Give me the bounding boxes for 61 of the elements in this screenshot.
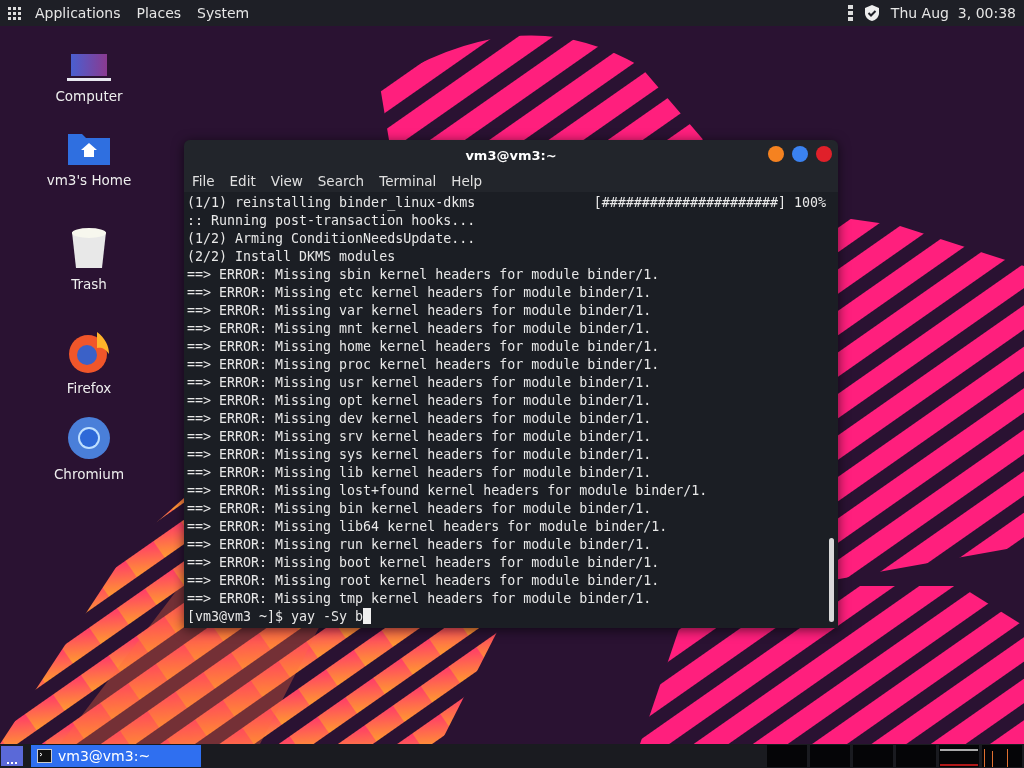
laptop-icon[interactable] xyxy=(67,52,111,82)
vertical-dots-icon[interactable] xyxy=(847,5,853,21)
panel-menu[interactable]: System xyxy=(195,5,252,21)
desktop-icon-label[interactable]: Firefox xyxy=(66,380,112,396)
progress-bar-text: [######################] xyxy=(593,194,786,212)
close-button[interactable] xyxy=(816,146,832,162)
terminal-line: :: Running post-transaction hooks... xyxy=(187,212,476,230)
desktop-icon-label[interactable]: Trash xyxy=(71,276,107,292)
network-monitor-graph xyxy=(982,745,1022,767)
apps-grid-icon[interactable] xyxy=(8,6,21,20)
terminal-line: ==> ERROR: Missing opt kernel headers for module binder/1. xyxy=(187,392,652,410)
menu-item[interactable]: View xyxy=(270,173,310,189)
terminal-line: ==> ERROR: Missing var kernel headers for module binder/1. xyxy=(187,302,652,320)
shield-icon[interactable] xyxy=(864,5,879,21)
desktop-icon-label[interactable]: vm3's Home xyxy=(46,172,132,188)
terminal-line: ==> ERROR: Missing srv kernel headers for module binder/1. xyxy=(187,428,652,446)
panel-menu[interactable]: Applications xyxy=(33,5,123,21)
progress-percent: 100% xyxy=(793,194,826,212)
terminal-line: ==> ERROR: Missing usr kernel headers for module binder/1. xyxy=(187,374,652,392)
maximize-button[interactable] xyxy=(792,146,808,162)
trash-icon[interactable] xyxy=(69,226,109,270)
menu-item[interactable]: Search xyxy=(317,173,372,189)
terminal-line: ==> ERROR: Missing run kernel headers for module binder/1. xyxy=(187,536,652,554)
window-title: vm3@vm3:~ xyxy=(465,147,557,163)
panel-menu[interactable]: Places xyxy=(134,5,184,21)
menu-item[interactable]: Help xyxy=(451,173,490,189)
desktop-icon-label[interactable]: Chromium xyxy=(53,466,125,482)
text-cursor xyxy=(363,608,372,624)
scrollbar-thumb[interactable] xyxy=(829,538,834,622)
terminal-line: (1/1) reinstalling binder_linux-dkms xyxy=(187,194,476,212)
menu-item[interactable]: File xyxy=(192,173,222,189)
terminal-line: ==> ERROR: Missing boot kernel headers for module binder/1. xyxy=(187,554,660,572)
show-desktop-button[interactable] xyxy=(1,746,23,766)
terminal-icon xyxy=(37,749,52,763)
chromium-icon[interactable] xyxy=(67,416,111,460)
terminal-line: ==> ERROR: Missing sys kernel headers for module binder/1. xyxy=(187,446,652,464)
shell-prompt: [vm3@vm3 ~]$ xyxy=(187,608,285,626)
terminal-line: ==> ERROR: Missing bin kernel headers for module binder/1. xyxy=(187,500,652,518)
menu-item[interactable]: Edit xyxy=(229,173,263,189)
terminal-line: ==> ERROR: Missing lib64 kernel headers for module binder/1. xyxy=(187,518,668,536)
terminal-line: ==> ERROR: Missing lib kernel headers for module binder/1. xyxy=(187,464,652,482)
taskbar-task[interactable]: vm3@vm3:~ xyxy=(31,745,201,767)
terminal-line: (1/2) Arming ConditionNeedsUpdate... xyxy=(187,230,476,248)
terminal-line: ==> ERROR: Missing lost+found kernel headers for module binder/1. xyxy=(187,482,708,500)
terminal-line: ==> ERROR: Missing dev kernel headers for module binder/1. xyxy=(187,410,652,428)
clock[interactable]: Thu Aug 3, 00:38 xyxy=(890,5,1016,21)
terminal-line: ==> ERROR: Missing root kernel headers for module binder/1. xyxy=(187,572,660,590)
terminal-line: ==> ERROR: Missing tmp kernel headers for module binder/1. xyxy=(187,590,652,608)
terminal-line: ==> ERROR: Missing mnt kernel headers for module binder/1. xyxy=(187,320,652,338)
terminal-line: ==> ERROR: Missing home kernel headers for module binder/1. xyxy=(187,338,660,356)
system-monitor-graph xyxy=(939,745,979,767)
terminal-line: ==> ERROR: Missing proc kernel headers for module binder/1. xyxy=(187,356,660,374)
firefox-icon[interactable] xyxy=(67,330,111,374)
menu-item[interactable]: Terminal xyxy=(379,173,444,189)
dots-icon xyxy=(7,760,17,766)
command-input[interactable]: yay -Sy b xyxy=(291,608,364,626)
desktop-icon-label[interactable]: Computer xyxy=(55,88,123,104)
terminal-line: (2/2) Install DKMS modules xyxy=(187,248,396,266)
terminal-line: ==> ERROR: Missing sbin kernel headers for module binder/1. xyxy=(187,266,660,284)
terminal-line: ==> ERROR: Missing etc kernel headers for module binder/1. xyxy=(187,284,652,302)
minimize-button[interactable] xyxy=(768,146,784,162)
